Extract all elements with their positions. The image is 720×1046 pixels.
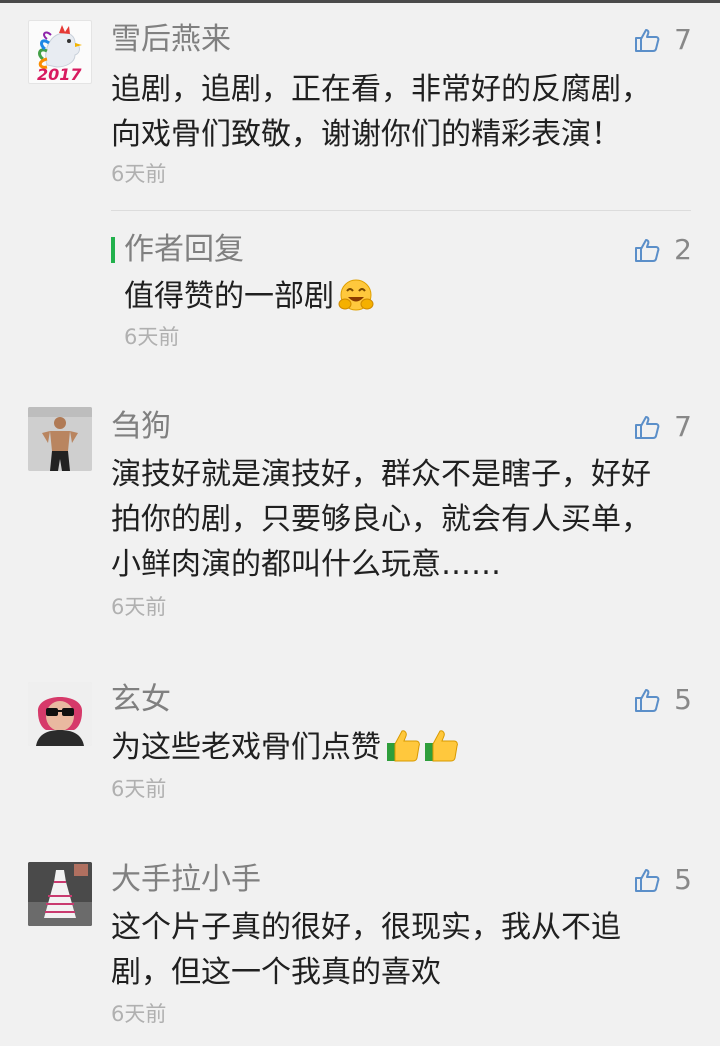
avatar[interactable] (28, 407, 92, 471)
author-reply: 作者回复 2 值得赞的一部剧 6天前 (0, 230, 720, 360)
like-button[interactable]: 7 (634, 20, 692, 60)
dress-photo-icon (28, 862, 92, 926)
reply-divider (111, 210, 691, 211)
laughing-face-emoji (338, 278, 374, 325)
like-count: 5 (674, 683, 692, 716)
reply-time: 6天前 (124, 325, 180, 349)
reply-author-label: 作者回复 (124, 232, 244, 267)
comment-item: 玄女 5 为这些老戏骨们点赞 6天前 (0, 680, 720, 810)
avatar[interactable]: 2017 (28, 20, 92, 84)
thumbs-up-icon (635, 416, 660, 439)
thumbs-up-icon (635, 689, 660, 712)
thumbs-up-icon (635, 239, 660, 262)
commenter-name[interactable]: 雪后燕来 (111, 20, 231, 60)
comment-time: 6天前 (111, 777, 167, 801)
like-button[interactable]: 7 (634, 407, 692, 447)
commenter-name[interactable]: 玄女 (111, 680, 171, 720)
reply-accent-bar (111, 237, 115, 263)
like-count: 7 (674, 23, 692, 56)
avatar-year-text: 2017 (37, 65, 82, 84)
comment-text: 这个片子真的很好，很现实，我从不追 剧，但这一个我真的喜欢 (111, 910, 621, 990)
comment-text: 演技好就是演技好，群众不是瞎子，好好 拍你的剧，只要够良心，就会有人买单， 小鲜… (111, 457, 651, 582)
avatar[interactable] (28, 862, 92, 926)
comment-time: 6天前 (111, 595, 167, 619)
thumbs-up-icon (635, 29, 660, 52)
comment-time: 6天前 (111, 1002, 167, 1026)
like-button[interactable]: 5 (634, 680, 692, 720)
reply-like-button[interactable]: 2 (634, 230, 692, 270)
like-button[interactable]: 5 (634, 860, 692, 900)
comment-item: 刍狗 7 演技好就是演技好，群众不是瞎子，好好 拍你的剧，只要够良心，就会有人买… (0, 407, 720, 637)
thumbs-up-icon (635, 869, 660, 892)
reply-like-count: 2 (674, 233, 692, 266)
thumbs-up-emoji (385, 727, 461, 776)
commenter-name[interactable]: 刍狗 (111, 407, 171, 447)
comment-item: 2017 雪后燕来 7 追剧，追剧，正在看，非常好的反腐剧， 向戏骨们致敬，谢谢… (0, 20, 720, 380)
comment-text: 为这些老戏骨们点赞 (111, 725, 686, 776)
reply-text-content: 值得赞的一部剧 (124, 279, 334, 314)
man-photo-icon (28, 407, 92, 471)
comment-text-content: 为这些老戏骨们点赞 (111, 730, 381, 765)
woman-sunglasses-icon (28, 682, 92, 746)
commenter-name[interactable]: 大手拉小手 (111, 860, 261, 900)
top-border (0, 0, 720, 3)
comment-text: 追剧，追剧，正在看，非常好的反腐剧， 向戏骨们致敬，谢谢你们的精彩表演！ (111, 72, 651, 152)
avatar[interactable] (28, 682, 92, 746)
like-count: 7 (674, 410, 692, 443)
like-count: 5 (674, 863, 692, 896)
comment-time: 6天前 (111, 162, 167, 186)
reply-text: 值得赞的一部剧 (124, 274, 699, 325)
comment-item: 大手拉小手 5 这个片子真的很好，很现实，我从不追 剧，但这一个我真的喜欢 6天… (0, 860, 720, 1040)
